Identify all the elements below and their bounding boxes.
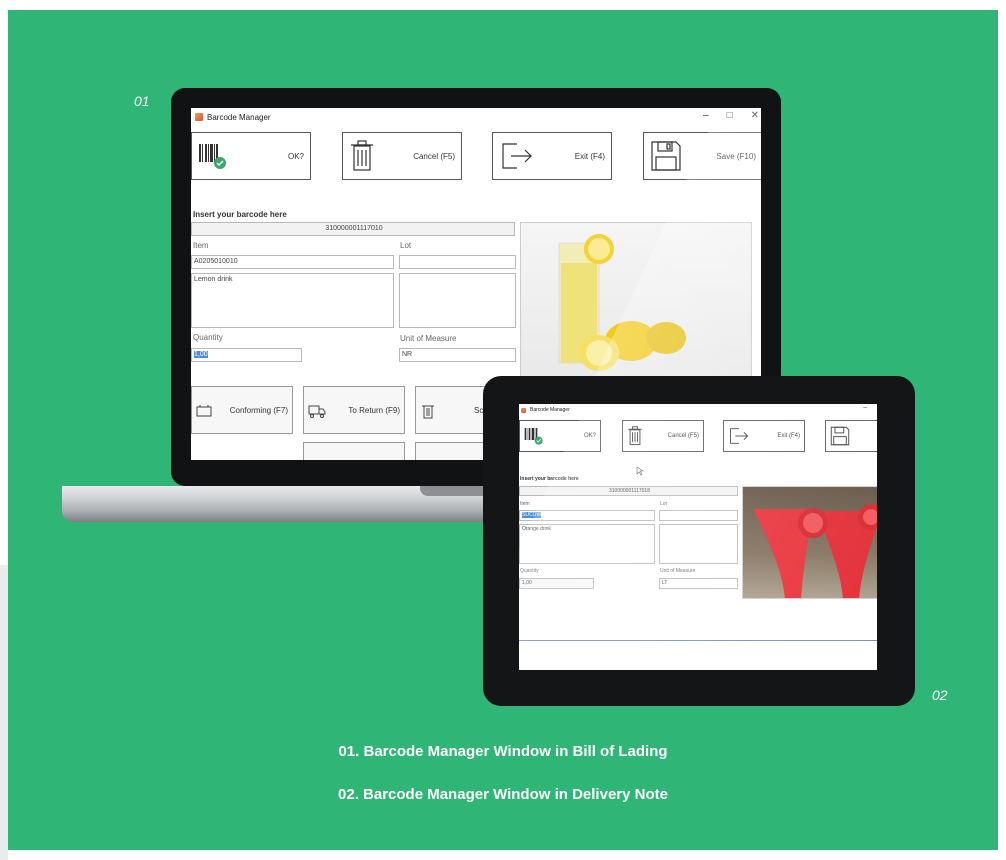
box-icon xyxy=(196,405,212,417)
conforming-label: Conforming (F7) xyxy=(229,405,288,415)
tablet-lot-label: Lot xyxy=(660,501,667,507)
tablet-uom-field[interactable]: LT xyxy=(659,578,738,589)
to-return-button[interactable]: To Return (F9) xyxy=(303,386,405,434)
exit-label: Exit (F4) xyxy=(574,151,605,161)
conforming-button[interactable]: Conforming (F7) xyxy=(191,386,293,434)
product-photo-lemonade xyxy=(520,222,752,382)
barcode-header: Insert your barcode here xyxy=(193,210,287,219)
ok-button[interactable]: OK? xyxy=(191,132,311,180)
trash-icon xyxy=(351,140,373,171)
save-label: Save (F10) xyxy=(716,151,756,161)
tablet-screen: Barcode Manager – OK? Cancel (F5) Exit (… xyxy=(519,404,877,670)
tablet-ok-button[interactable]: OK? xyxy=(519,420,601,452)
window-title: Barcode Manager xyxy=(207,112,271,122)
caption-line-1: 01. Barcode Manager Window in Bill of La… xyxy=(338,743,668,760)
tablet-exit-label: Exit (F4) xyxy=(777,433,800,439)
app-icon xyxy=(195,113,203,121)
lot-notes-field[interactable] xyxy=(399,273,516,328)
tablet-floppy-disk-icon xyxy=(830,426,850,446)
lot-label: Lot xyxy=(400,241,412,250)
titlebar: Barcode Manager xyxy=(191,108,761,126)
tablet-save-button[interactable] xyxy=(825,420,877,452)
tablet-cancel-button[interactable]: Cancel (F5) xyxy=(622,420,704,452)
tablet-window-controls: – xyxy=(863,404,867,411)
uom-label: Unit of Measure xyxy=(400,334,457,343)
tablet-barcode-header: Insert your barcode here xyxy=(520,476,579,482)
tablet-quantity-field[interactable]: 1,00 xyxy=(519,578,594,589)
tablet-exit-icon xyxy=(729,428,749,444)
quantity-label: Quantity xyxy=(193,333,223,342)
divider-line xyxy=(519,640,877,641)
tablet-lot-notes-field[interactable] xyxy=(659,524,738,564)
tablet-barcode-icon xyxy=(524,428,543,445)
save-button[interactable]: Save (F10) xyxy=(643,132,761,180)
close-button[interactable]: ✕ xyxy=(751,110,759,121)
tablet-minimize-button[interactable]: – xyxy=(863,404,867,411)
barcode-icon xyxy=(199,144,226,169)
tablet-barcode-input[interactable]: 310000001117018 xyxy=(519,486,738,496)
item-label: Item xyxy=(193,241,209,250)
tablet-window-title: Barcode Manager xyxy=(530,407,570,413)
to-return-label: To Return (F9) xyxy=(348,405,400,415)
label-01: 01 xyxy=(134,93,150,109)
tablet-app-icon xyxy=(521,407,526,413)
product-photo-orange-drink xyxy=(742,486,877,599)
tablet-description-field[interactable]: Orange drink xyxy=(519,524,655,564)
side-shadow xyxy=(0,565,8,860)
ok-label: OK? xyxy=(287,151,304,161)
lot-field[interactable] xyxy=(399,255,516,269)
maximize-button[interactable]: □ xyxy=(727,110,733,121)
cancel-label: Cancel (F5) xyxy=(413,151,455,161)
tablet-item-value: SUCOW xyxy=(522,512,542,518)
tablet-uom-label: Unit of Measure xyxy=(660,568,696,574)
quantity-field[interactable]: 1,00 xyxy=(191,348,302,362)
cancel-button[interactable]: Cancel (F5) xyxy=(342,132,462,180)
tablet-lot-field[interactable] xyxy=(659,510,738,521)
tablet-exit-button[interactable]: Exit (F4) xyxy=(723,420,805,452)
barcode-input[interactable]: 310000001117010 xyxy=(191,222,515,236)
window-controls: – □ ✕ xyxy=(703,110,759,121)
tablet-ok-label: OK? xyxy=(583,433,596,439)
extra-action-button-1[interactable] xyxy=(303,442,405,460)
tablet-titlebar: Barcode Manager xyxy=(519,404,877,416)
trash-small-icon xyxy=(422,405,434,419)
uom-field[interactable]: NR xyxy=(399,348,516,362)
item-field[interactable]: A0205010010 xyxy=(191,255,394,269)
exit-button[interactable]: Exit (F4) xyxy=(492,132,612,180)
tablet-quantity-label: Quantity xyxy=(520,568,539,574)
exit-icon xyxy=(502,143,532,169)
mouse-cursor-icon xyxy=(636,466,644,476)
lemonade-illustration xyxy=(558,234,686,371)
label-02: 02 xyxy=(932,687,948,703)
tablet-trash-icon xyxy=(628,426,642,446)
minimize-button[interactable]: – xyxy=(703,110,709,121)
description-field[interactable]: Lemon drink xyxy=(191,273,394,328)
caption-line-2: 02. Barcode Manager Window in Delivery N… xyxy=(338,786,668,803)
tablet-item-label: Item xyxy=(520,501,530,507)
orange-drink-illustration xyxy=(753,504,877,598)
tablet-cancel-label: Cancel (F5) xyxy=(667,433,699,439)
floppy-disk-icon xyxy=(651,141,681,171)
tablet-item-field[interactable]: SUCOW xyxy=(519,510,655,521)
quantity-value: 1,00 xyxy=(194,351,208,358)
truck-icon xyxy=(308,405,326,418)
